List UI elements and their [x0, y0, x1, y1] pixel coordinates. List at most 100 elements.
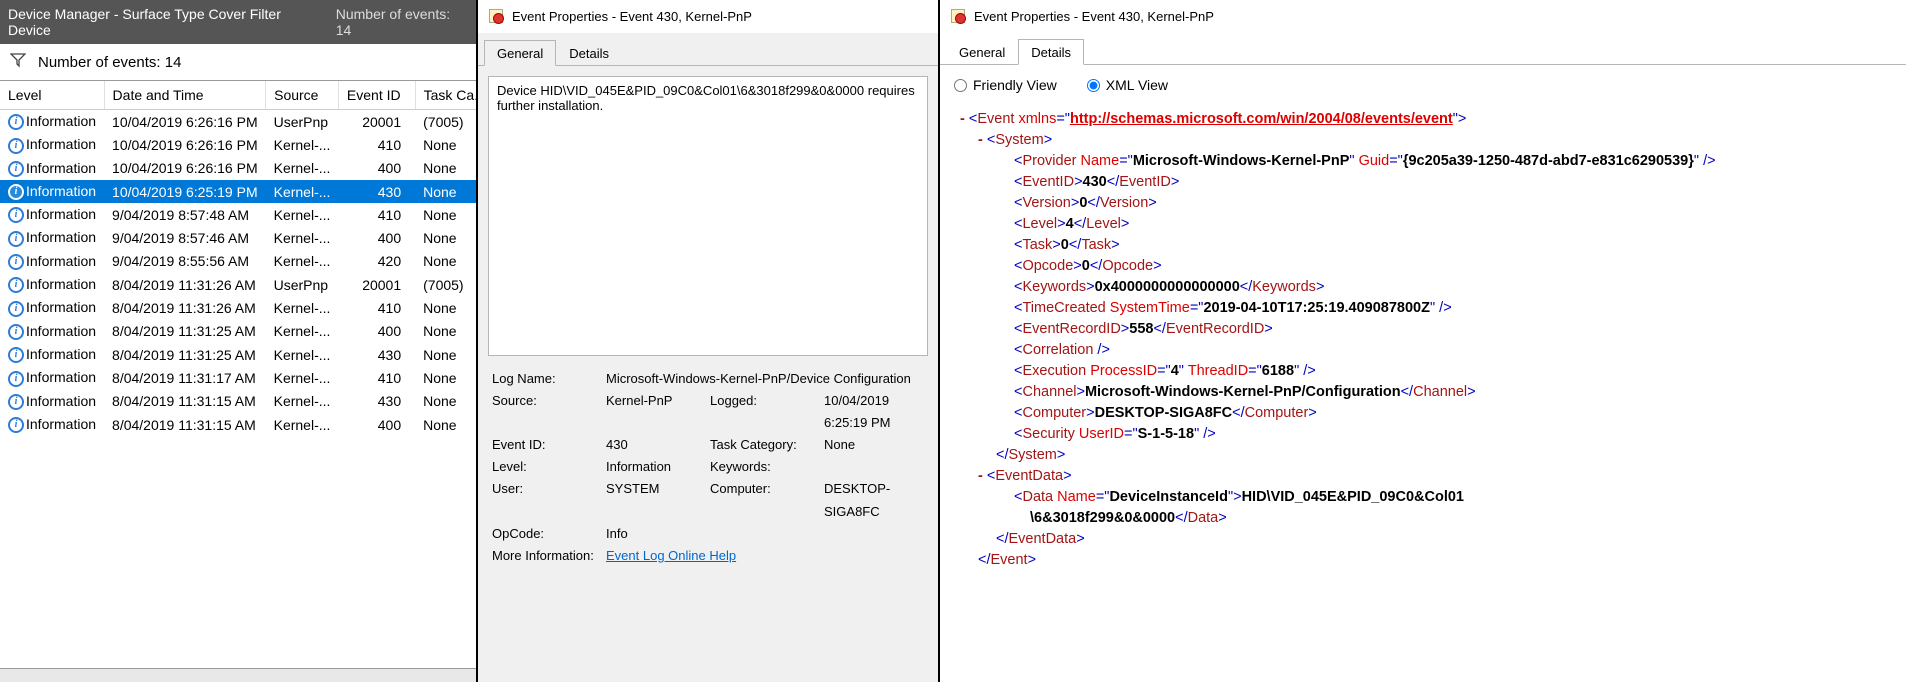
tab-details[interactable]: Details: [556, 40, 622, 66]
eventid-value: 430: [606, 434, 706, 456]
eventid-label: Event ID:: [492, 434, 602, 456]
event-properties-titlebar: Event Properties - Event 430, Kernel-PnP: [478, 0, 938, 33]
info-icon: i: [8, 301, 24, 317]
logged-label: Logged:: [710, 390, 820, 434]
xml-tid: 6188: [1262, 363, 1294, 379]
table-row[interactable]: iInformation10/04/2019 6:25:19 PMKernel-…: [0, 180, 476, 203]
col-taskcat[interactable]: Task Ca...: [415, 81, 476, 110]
horizontal-scrollbar[interactable]: [0, 668, 476, 682]
xml-data-line1: HID\VID_045E&PID_09C0&Col01: [1242, 489, 1464, 505]
opcode-label: OpCode:: [492, 523, 602, 545]
info-icon: i: [8, 324, 24, 340]
level-label: Level:: [492, 456, 602, 478]
device-manager-title: Device Manager - Surface Type Cover Filt…: [8, 6, 324, 38]
table-row[interactable]: iInformation9/04/2019 8:57:46 AMKernel-.…: [0, 226, 476, 249]
table-header-row[interactable]: Level Date and Time Source Event ID Task…: [0, 81, 476, 110]
moreinfo-link[interactable]: Event Log Online Help: [606, 548, 736, 563]
filter-text: Number of events: 14: [38, 54, 181, 71]
table-row[interactable]: iInformation8/04/2019 11:31:17 AMKernel-…: [0, 366, 476, 389]
tabs-general: General Details: [478, 39, 938, 66]
general-body: Device HID\VID_045E&PID_09C0&Col01\6&301…: [478, 66, 938, 682]
radio-xml-view[interactable]: XML View: [1087, 77, 1168, 93]
table-row[interactable]: iInformation8/04/2019 11:31:25 AMKernel-…: [0, 343, 476, 366]
info-icon: i: [8, 231, 24, 247]
info-icon: i: [8, 277, 24, 293]
device-manager-panel: Device Manager - Surface Type Cover Filt…: [0, 0, 478, 682]
opcode-value: Info: [606, 523, 924, 545]
info-icon: i: [8, 138, 24, 154]
xml-opcode: 0: [1082, 258, 1090, 274]
xml-task: 0: [1061, 237, 1069, 253]
event-properties-titlebar-2: Event Properties - Event 430, Kernel-PnP: [940, 0, 1906, 32]
keywords-value: [824, 456, 924, 478]
info-icon: i: [8, 184, 24, 200]
event-properties-title-2: Event Properties - Event 430, Kernel-PnP: [974, 9, 1214, 24]
table-row[interactable]: iInformation9/04/2019 8:57:48 AMKernel-.…: [0, 203, 476, 226]
xml-channel: Microsoft-Windows-Kernel-PnP/Configurati…: [1085, 384, 1401, 400]
tabs-details: General Details: [940, 38, 1906, 65]
info-icon: i: [8, 417, 24, 433]
table-row[interactable]: iInformation10/04/2019 6:26:16 PMKernel-…: [0, 133, 476, 156]
info-icon: i: [8, 394, 24, 410]
info-icon: i: [8, 161, 24, 177]
table-row[interactable]: iInformation8/04/2019 11:31:25 AMKernel-…: [0, 320, 476, 343]
xml-timecreated: 2019-04-10T17:25:19.409087800Z: [1203, 300, 1430, 316]
filter-bar[interactable]: Number of events: 14: [0, 44, 476, 81]
info-icon: i: [8, 207, 24, 223]
table-row[interactable]: iInformation8/04/2019 11:31:26 AMKernel-…: [0, 296, 476, 319]
collapse-icon[interactable]: -: [978, 468, 983, 484]
filter-icon[interactable]: [10, 52, 26, 72]
taskcat-value: None: [824, 434, 924, 456]
collapse-icon[interactable]: -: [960, 111, 965, 127]
info-icon: i: [8, 254, 24, 270]
col-source[interactable]: Source: [266, 81, 339, 110]
info-icon: i: [8, 371, 24, 387]
source-label: Source:: [492, 390, 602, 434]
info-icon: i: [8, 347, 24, 363]
radio-friendly-view[interactable]: Friendly View: [954, 77, 1057, 93]
keywords-label: Keywords:: [710, 456, 820, 478]
table-row[interactable]: iInformation9/04/2019 8:55:56 AMKernel-.…: [0, 250, 476, 273]
tab-details-2[interactable]: Details: [1018, 39, 1084, 65]
collapse-icon[interactable]: -: [978, 132, 983, 148]
col-datetime[interactable]: Date and Time: [104, 81, 266, 110]
xml-view-body[interactable]: - <Event xmlns="http://schemas.microsoft…: [940, 105, 1906, 591]
event-viewer-icon: [950, 8, 966, 24]
col-eventid[interactable]: Event ID: [338, 81, 415, 110]
event-table[interactable]: Level Date and Time Source Event ID Task…: [0, 81, 476, 668]
xml-computer: DESKTOP-SIGA8FC: [1095, 405, 1233, 421]
tab-general-2[interactable]: General: [946, 39, 1018, 65]
taskcat-label: Task Category:: [710, 434, 820, 456]
logged-value: 10/04/2019 6:25:19 PM: [824, 390, 924, 434]
level-value: Information: [606, 456, 706, 478]
logname-value: Microsoft-Windows-Kernel-PnP/Device Conf…: [606, 368, 924, 390]
event-props-grid: Log Name: Microsoft-Windows-Kernel-PnP/D…: [488, 364, 928, 575]
provider-name: Microsoft-Windows-Kernel-PnP: [1133, 153, 1350, 169]
tab-general[interactable]: General: [484, 40, 556, 66]
xml-security-userid: S-1-5-18: [1138, 426, 1194, 442]
logname-label: Log Name:: [492, 368, 602, 390]
xml-keywords: 0x4000000000000000: [1095, 279, 1240, 295]
user-value: SYSTEM: [606, 478, 706, 522]
xmlns-link[interactable]: http://schemas.microsoft.com/win/2004/08…: [1070, 111, 1453, 127]
title-event-count: Number of events: 14: [336, 6, 468, 38]
moreinfo-label: More Information:: [492, 545, 602, 567]
table-row[interactable]: iInformation8/04/2019 11:31:15 AMKernel-…: [0, 413, 476, 436]
computer-label: Computer:: [710, 478, 820, 522]
info-icon: i: [8, 114, 24, 130]
user-label: User:: [492, 478, 602, 522]
event-properties-title: Event Properties - Event 430, Kernel-PnP: [512, 9, 752, 24]
xml-level: 4: [1066, 216, 1074, 232]
xml-pid: 4: [1171, 363, 1179, 379]
table-row[interactable]: iInformation10/04/2019 6:26:16 PMKernel-…: [0, 157, 476, 180]
computer-value: DESKTOP-SIGA8FC: [824, 478, 924, 522]
table-row[interactable]: iInformation10/04/2019 6:26:16 PMUserPnp…: [0, 110, 476, 134]
col-level[interactable]: Level: [0, 81, 104, 110]
xml-eventrecordid: 558: [1129, 321, 1153, 337]
table-row[interactable]: iInformation8/04/2019 11:31:26 AMUserPnp…: [0, 273, 476, 296]
event-description[interactable]: Device HID\VID_045E&PID_09C0&Col01\6&301…: [488, 76, 928, 356]
event-properties-details-panel: Event Properties - Event 430, Kernel-PnP…: [940, 0, 1906, 682]
table-row[interactable]: iInformation8/04/2019 11:31:15 AMKernel-…: [0, 390, 476, 413]
device-manager-titlebar: Device Manager - Surface Type Cover Filt…: [0, 0, 476, 44]
view-mode-radios: Friendly View XML View: [940, 65, 1906, 105]
